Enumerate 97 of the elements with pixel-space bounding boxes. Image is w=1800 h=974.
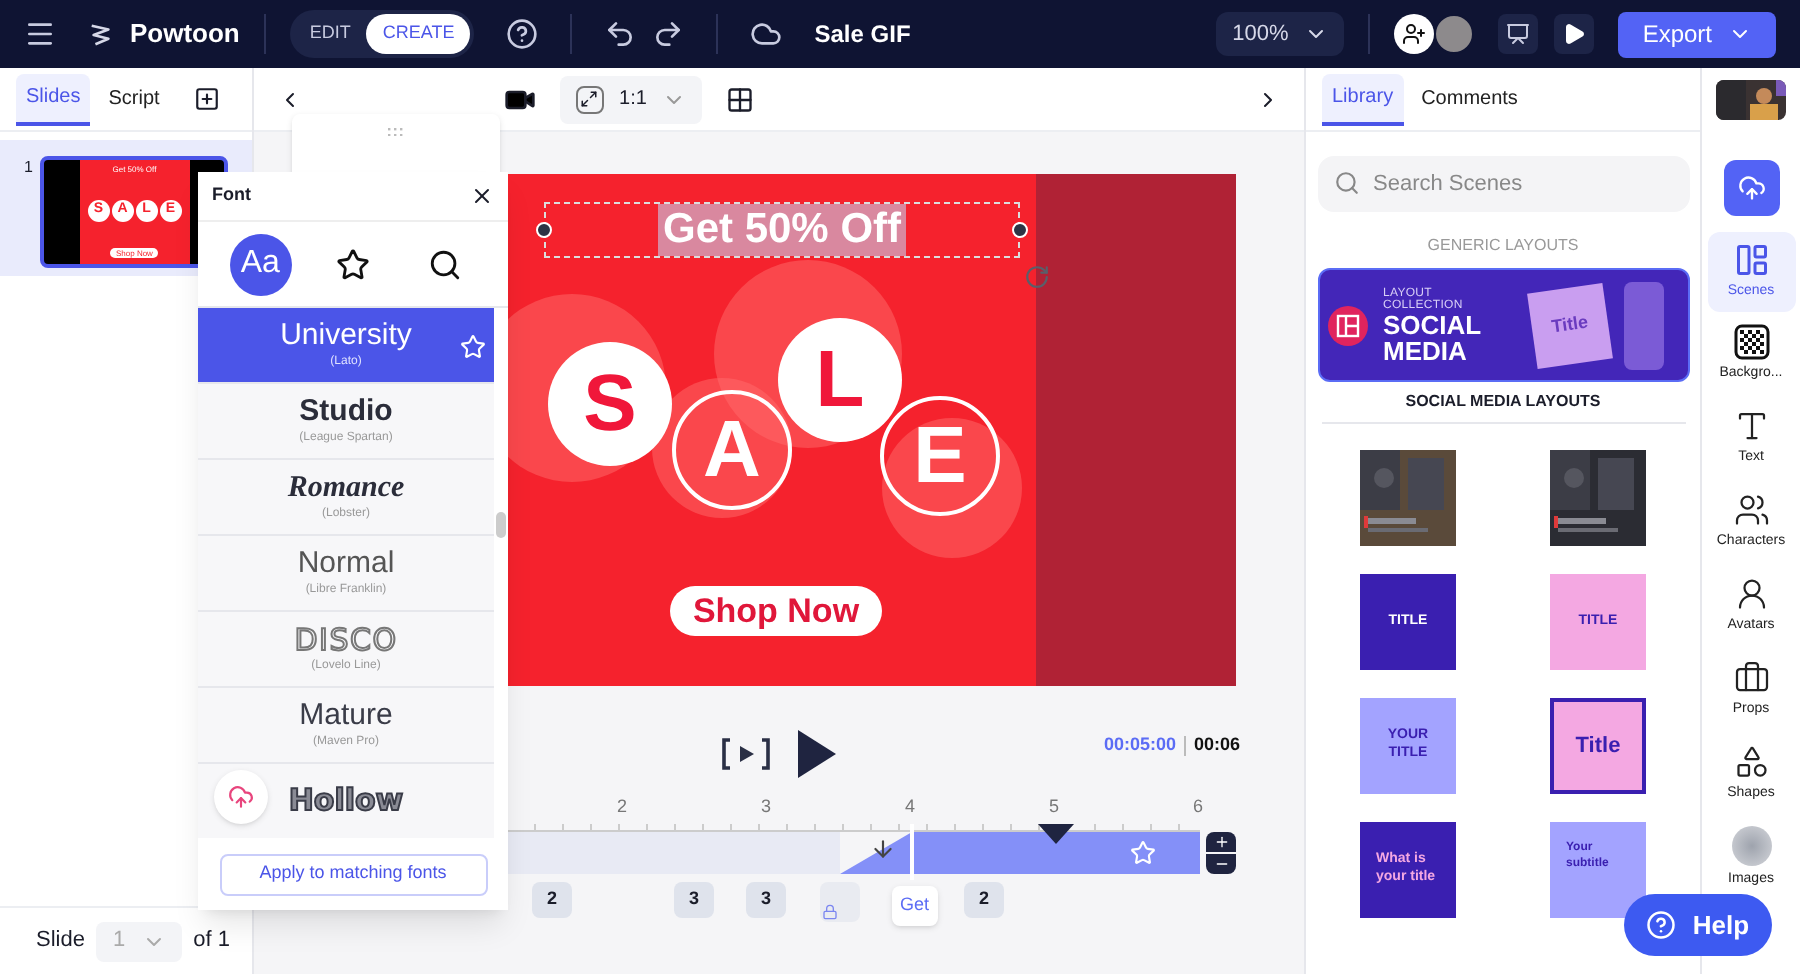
font-item[interactable]: Hollow — [198, 764, 494, 838]
section-title: GENERIC LAYOUTS — [1427, 234, 1579, 258]
layout-icon — [1327, 305, 1367, 345]
ruler-label: 3 — [758, 794, 773, 820]
ruler-label: 5 — [1046, 794, 1061, 820]
banner-sample: Title — [1526, 282, 1612, 368]
checkerboard-icon — [1733, 323, 1769, 360]
redo-icon[interactable] — [652, 18, 685, 50]
grip-icon[interactable] — [388, 128, 404, 136]
ruler-label: 6 — [1190, 794, 1205, 820]
timeline-item[interactable]: 2 — [532, 882, 572, 918]
locked-item[interactable] — [820, 882, 860, 922]
timeline-item[interactable]: 3 — [674, 882, 714, 918]
scene-thumbnail[interactable]: Title — [1550, 698, 1646, 794]
timeline-item[interactable]: Get — [892, 886, 938, 926]
font-name: Normal — [297, 545, 395, 583]
zoom-out-button[interactable] — [1206, 854, 1236, 874]
user-plus-icon — [1402, 22, 1427, 46]
play-icon — [1562, 22, 1587, 46]
image-icon — [1731, 825, 1771, 866]
help-icon[interactable] — [506, 18, 539, 50]
font-tab[interactable]: Aa — [229, 233, 292, 295]
total-time: 00:06 — [1194, 732, 1241, 758]
upload-button[interactable] — [1723, 160, 1779, 216]
text-icon — [1733, 407, 1769, 444]
layout-icon — [1733, 241, 1769, 278]
banner-title: SOCIAL MEDIA — [1383, 311, 1483, 363]
mode-tab[interactable]: EDIT — [293, 14, 367, 54]
mode-tab[interactable]: CREATE — [366, 14, 471, 54]
close-icon[interactable] — [470, 184, 494, 208]
cloud-icon — [750, 18, 783, 50]
ruler-label: 2 — [614, 794, 629, 820]
logo-icon — [88, 21, 114, 47]
sale-letter: S — [548, 342, 672, 466]
lock-icon — [822, 904, 838, 920]
sale-letter: L — [778, 318, 902, 442]
person-icon — [1733, 575, 1769, 612]
font-name: Hollow — [288, 782, 404, 820]
banner-phone — [1623, 281, 1663, 369]
search-icon — [428, 247, 463, 281]
briefcase-icon — [1733, 659, 1769, 696]
invite-button[interactable] — [1394, 14, 1435, 54]
people-icon — [1733, 491, 1769, 528]
sale-letter: E — [880, 396, 1000, 516]
timeline-item[interactable]: 2 — [964, 882, 1004, 918]
star-icon[interactable] — [460, 334, 486, 360]
plus-icon — [1213, 834, 1229, 850]
library-tab[interactable]: Library — [1322, 73, 1404, 125]
arrow-down-icon — [870, 836, 896, 862]
marker-icon[interactable] — [1038, 824, 1074, 844]
panel-title: Font — [212, 182, 251, 209]
help-icon — [1646, 910, 1677, 940]
current-time: 00:05:00 — [1104, 732, 1177, 758]
slide-total: of 1 — [193, 926, 230, 957]
apply-button[interactable]: Apply to matching fonts — [219, 853, 487, 895]
glow-circle — [882, 418, 1022, 558]
library-tab[interactable]: Comments — [1411, 73, 1528, 125]
font-name: DISCO — [294, 621, 398, 659]
presentation-icon — [1506, 22, 1531, 46]
search-field[interactable]: Search Scenes — [1317, 156, 1689, 212]
aspect-dropdown[interactable]: 1:1 — [619, 84, 687, 114]
grid-icon[interactable] — [726, 85, 755, 113]
add-slide-icon[interactable] — [194, 86, 220, 112]
menu-icon[interactable] — [24, 18, 56, 50]
shapes-icon — [1733, 743, 1769, 780]
present-button[interactable] — [1498, 14, 1539, 54]
zoom-dropdown[interactable]: 100% — [1216, 12, 1345, 56]
project-title: Sale GIF — [814, 18, 911, 52]
headline-text: Get 50% Off — [658, 203, 906, 257]
panel-tab[interactable]: Script — [98, 73, 170, 125]
zoom-in-button[interactable] — [1206, 832, 1236, 852]
expand-icon — [580, 90, 599, 108]
app-name: Powtoon — [130, 16, 240, 53]
undo-icon[interactable] — [604, 18, 637, 50]
export-button[interactable]: Export — [1618, 11, 1776, 57]
resize-button[interactable] — [575, 85, 604, 113]
avatar — [1434, 14, 1475, 54]
scrollbar-thumb[interactable] — [496, 512, 506, 538]
star-icon[interactable] — [1130, 840, 1156, 866]
ruler-label: 4 — [902, 794, 917, 820]
cloud-upload-icon — [1737, 174, 1765, 202]
font-name: Mature — [299, 697, 393, 735]
panel-tab[interactable]: Slides — [16, 73, 91, 125]
slide-number: 1 — [24, 156, 33, 180]
play-button[interactable] — [1554, 14, 1595, 54]
help-button[interactable]: Help — [1624, 894, 1772, 956]
play-icon[interactable] — [796, 730, 836, 778]
star-icon — [335, 247, 370, 281]
font-name: Romance — [287, 469, 405, 507]
cloud-upload-icon — [228, 784, 254, 810]
timeline-item[interactable]: 3 — [746, 882, 786, 918]
preview-icon[interactable] — [720, 736, 772, 772]
font-name: Studio — [299, 393, 393, 431]
slide-label: Slide — [36, 926, 85, 957]
search-icon — [1333, 170, 1359, 196]
font-name: University — [280, 317, 412, 355]
banner-caption: SOCIAL MEDIA LAYOUTS — [1405, 390, 1601, 414]
